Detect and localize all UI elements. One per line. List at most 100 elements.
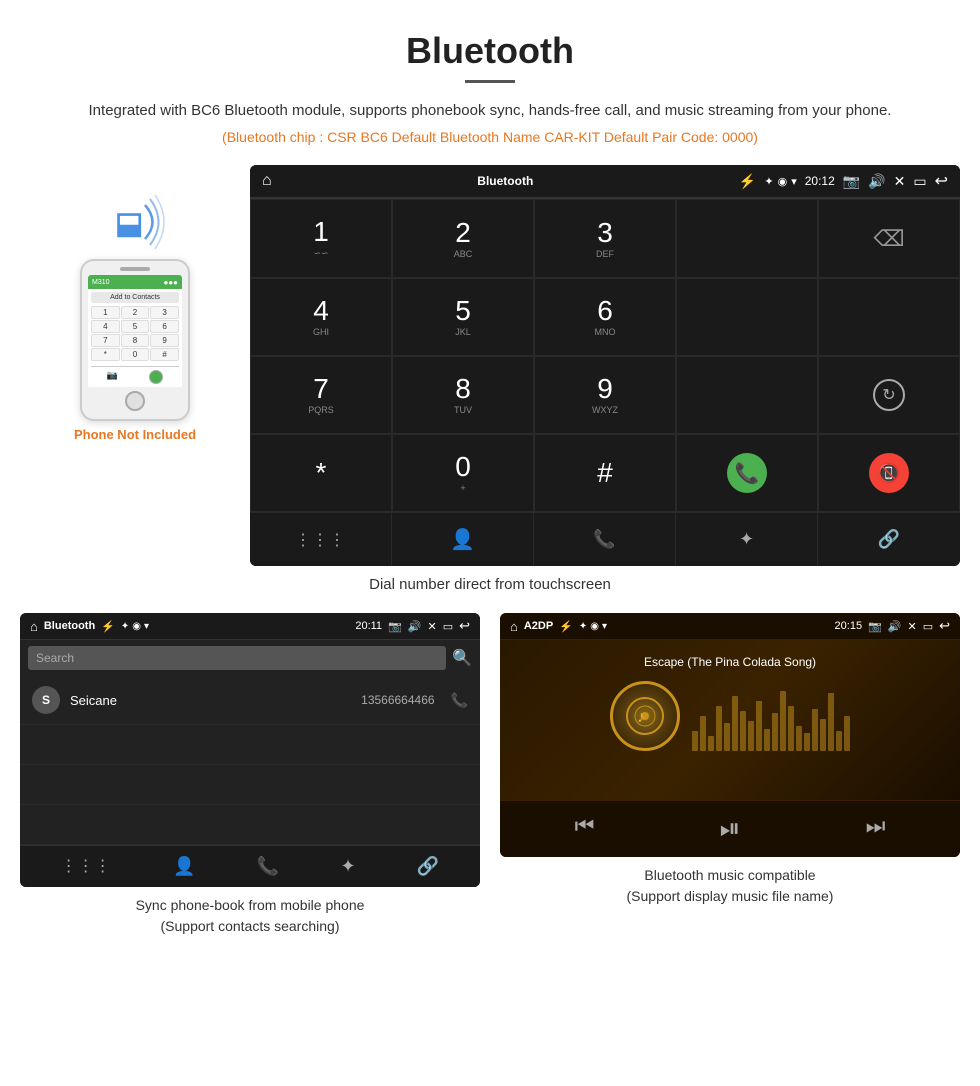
music-title: A2DP [524,620,553,632]
dial-key-4[interactable]: 4 GHI [250,278,392,356]
phonebook-search-row: Search 🔍 [20,640,480,676]
dial-key-3[interactable]: 3 DEF [534,199,676,278]
dial-end-btn[interactable]: 📵 [818,434,960,512]
pb-back-icon: ↩ [459,618,470,634]
usb-icon: ⚡ [739,173,756,190]
contact-name: Seicane [70,693,351,708]
dial-backspace[interactable]: ⌫ [818,199,960,278]
phonebook-caption: Sync phone-book from mobile phone (Suppo… [20,895,480,937]
contact-row-empty-3 [20,805,480,845]
search-icon[interactable]: 🔍 [452,648,472,668]
phone-illustration: M310●●● Add to Contacts 1 2 3 4 5 6 7 8 … [80,259,190,421]
dialpad-screen: ⌂ Bluetooth ⚡ ✦ ◉ ▾ 20:12 📷 🔊 ✕ ▭ ↩ 1 ∽∽… [250,165,960,566]
dial-key-6[interactable]: 6 MNO [534,278,676,356]
pb-close-icon: ✕ [427,620,436,633]
nav-keypad[interactable]: ⋮⋮⋮ [250,513,392,566]
nav-settings[interactable]: 🔗 [818,513,960,566]
music-time: 20:15 [835,620,863,632]
music-win-icon: ▭ [923,620,933,633]
music-screen: ⌂ A2DP ⚡ ✦ ◉ ▾ 20:15 📷 🔊 ✕ ▭ ↩ Escape (T… [500,613,960,857]
pb-camera-icon: 📷 [388,620,402,633]
dial-cell-empty-4 [676,356,818,434]
bluetooth-signal-icon: ⬓ [105,195,165,250]
phone-home-btn [125,391,145,411]
phone-screen-header: Add to Contacts [91,292,179,303]
dial-key-hash[interactable]: # [534,434,676,512]
phonebook-screen-wrap: ⌂ Bluetooth ⚡ ✦ ◉ ▾ 20:11 📷 🔊 ✕ ▭ ↩ Sear… [20,613,480,937]
dial-key-7[interactable]: 7 PQRS [250,356,392,434]
page-header: Bluetooth Integrated with BC6 Bluetooth … [0,0,980,155]
song-title: Escape (The Pina Colada Song) [644,655,816,669]
phone-key-9: 9 [150,334,179,347]
home-icon[interactable]: ⌂ [262,172,272,190]
phone-key-5: 5 [121,320,150,333]
play-pause-btn[interactable]: ⏯ [720,813,741,845]
nav-calls[interactable]: 📞 [534,513,676,566]
pb-nav-bt[interactable]: ✦ [340,856,355,877]
main-section: ⬓ M310●●● Add to Contacts 1 2 3 4 [0,165,980,566]
music-caption-line1: Bluetooth music compatible [644,867,815,883]
pb-home-icon: ⌂ [30,619,38,634]
contact-call-icon[interactable]: 📞 [451,692,468,709]
next-track-btn[interactable]: ⏭ [866,813,886,845]
phone-not-included-label: Phone Not Included [74,427,196,442]
dial-call-btn[interactable]: 📞 [676,434,818,512]
pb-time: 20:11 [355,620,382,632]
call-button-icon: 📞 [727,453,767,493]
nav-bluetooth[interactable]: ✦ [676,513,818,566]
phone-key-hash: # [150,348,179,361]
pb-nav-user[interactable]: 👤 [173,856,195,877]
dial-redial[interactable]: ↻ [818,356,960,434]
music-main: ♪ [610,681,850,751]
dial-key-8[interactable]: 8 TUV [392,356,534,434]
contact-row-empty-1 [20,725,480,765]
close-icon[interactable]: ✕ [894,173,906,190]
redial-icon: ↻ [873,379,905,411]
music-status-bar: ⌂ A2DP ⚡ ✦ ◉ ▾ 20:15 📷 🔊 ✕ ▭ ↩ [500,613,960,640]
dial-key-0[interactable]: 0 + [392,434,534,512]
phonebook-nav: ⋮⋮⋮ 👤 📞 ✦ 🔗 [20,845,480,887]
search-input[interactable]: Search [28,646,446,670]
dial-cell-empty-3 [818,278,960,356]
music-controls: ⏮ ⏯ ⏭ [500,800,960,857]
location-icon: ◉ [778,175,788,188]
contact-row-empty-2 [20,765,480,805]
volume-icon[interactable]: 🔊 [868,173,885,190]
phone-key-0: 0 [121,348,150,361]
phone-key-8: 8 [121,334,150,347]
page-title: Bluetooth [60,30,920,72]
music-camera-icon: 📷 [868,620,882,633]
pb-win-icon: ▭ [443,620,453,633]
music-back-icon: ↩ [939,618,950,634]
phonebook-caption-line1: Sync phone-book from mobile phone [136,897,365,913]
dial-key-2[interactable]: 2 ABC [392,199,534,278]
prev-track-btn[interactable]: ⏮ [575,813,595,845]
dial-key-9[interactable]: 9 WXYZ [534,356,676,434]
pb-nav-call[interactable]: 📞 [257,856,279,877]
phone-key-star: * [91,348,120,361]
pb-nav-link[interactable]: 🔗 [417,856,439,877]
contact-row[interactable]: S Seicane 13566664466 📞 [20,676,480,725]
phone-area: ⬓ M310●●● Add to Contacts 1 2 3 4 [20,165,250,442]
dial-key-1[interactable]: 1 ∽∽ [250,199,392,278]
phonebook-caption-line2: (Support contacts searching) [161,918,340,934]
dial-cell-empty-1 [676,199,818,278]
phone-key-6: 6 [150,320,179,333]
window-icon[interactable]: ▭ [913,173,926,190]
svg-text:⬓: ⬓ [115,207,143,240]
camera-icon[interactable]: 📷 [843,173,860,190]
phone-key-4: 4 [91,320,120,333]
contacts-list: S Seicane 13566664466 📞 [20,676,480,845]
music-home-icon: ⌂ [510,619,518,634]
back-icon[interactable]: ↩ [935,171,948,191]
bluetooth-status-icon: ✦ [764,175,773,188]
dialpad-caption: Dial number direct from touchscreen [0,566,980,603]
dial-key-star[interactable]: * [250,434,392,512]
pb-nav-keypad[interactable]: ⋮⋮⋮ [61,856,112,877]
dial-key-5[interactable]: 5 JKL [392,278,534,356]
dialpad-title: Bluetooth [280,174,731,188]
nav-contacts[interactable]: 👤 [392,513,534,566]
phone-key-7: 7 [91,334,120,347]
phonebook-status-bar: ⌂ Bluetooth ⚡ ✦ ◉ ▾ 20:11 📷 🔊 ✕ ▭ ↩ [20,613,480,640]
contact-number: 13566664466 [361,693,434,707]
